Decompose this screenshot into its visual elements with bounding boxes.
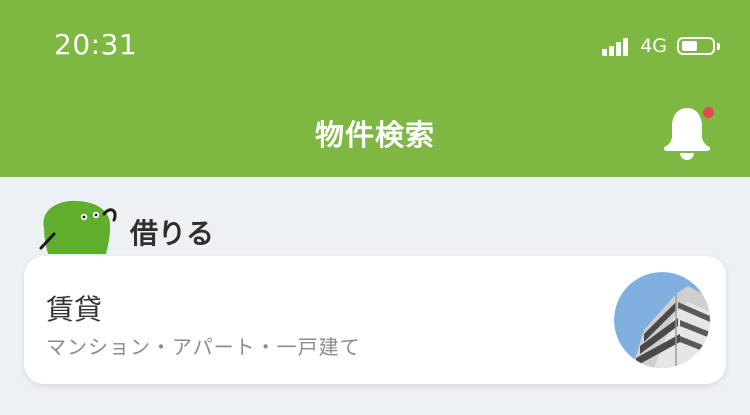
network-type: 4G xyxy=(640,35,667,57)
notification-badge xyxy=(703,107,714,118)
page-title: 物件検索 xyxy=(314,118,435,152)
status-indicators: 4G xyxy=(602,33,720,59)
status-time: 20:31 xyxy=(54,28,138,61)
card-title: 賃貸 xyxy=(46,293,103,326)
app-header: 20:31 4G 物件検索 xyxy=(0,0,750,177)
battery-icon xyxy=(677,37,715,55)
battery-level xyxy=(682,41,697,51)
card-subtitle: マンション・アパート・一戸建て xyxy=(46,335,361,359)
mascot-icon xyxy=(39,200,117,254)
section-title: 借りる xyxy=(130,217,215,250)
battery-cap xyxy=(717,42,720,50)
apartment-building-photo xyxy=(614,272,710,368)
rent-card[interactable]: 賃貸 マンション・アパート・一戸建て xyxy=(24,256,726,384)
signal-icon xyxy=(602,36,630,56)
